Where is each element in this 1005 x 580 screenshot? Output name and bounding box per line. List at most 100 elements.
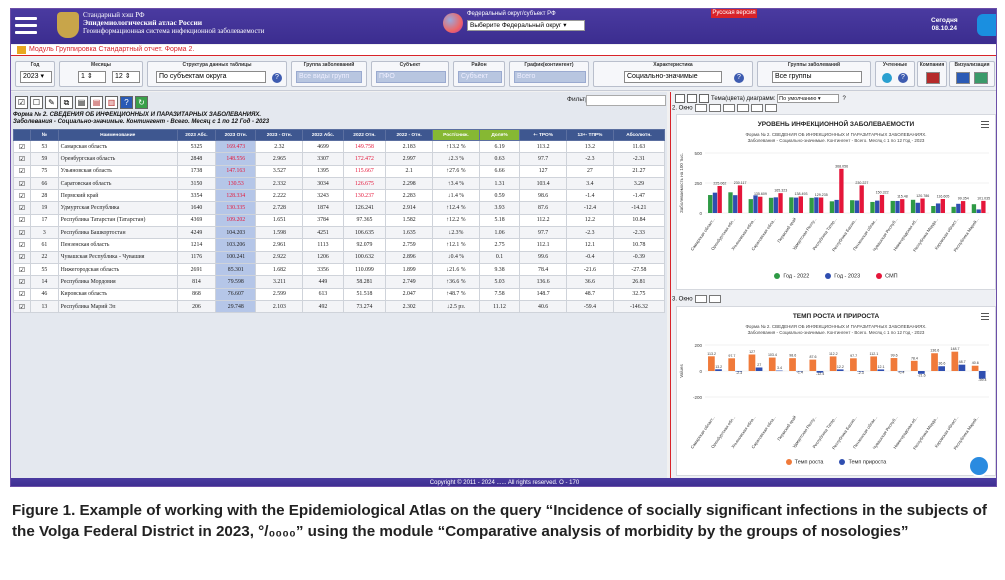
column-header-4[interactable]: 2023 Отн.	[215, 129, 257, 141]
table-row[interactable]: ☑ 66 Саратовская область 3150 130.53 2.332 303…	[12, 176, 666, 191]
table-cell: 2.283	[385, 189, 434, 203]
row-edit-icon[interactable]: ☑	[12, 201, 32, 215]
map-view-icon[interactable]	[974, 72, 988, 84]
data-label: 97.7	[728, 354, 735, 358]
window-2-bar-icon[interactable]	[694, 104, 707, 112]
table-row[interactable]: ☑ 17 Республика Татарстан (Татарстан) 4369 1…	[12, 213, 666, 228]
table-row[interactable]: ☑ 22 Чувашская Республика - Чувашия 1176 100…	[12, 250, 666, 264]
hamburger-menu-icon[interactable]	[15, 17, 37, 35]
chart1-menu-icon[interactable]	[981, 121, 989, 128]
table-row[interactable]: ☑ 59 Оренбургская область 2848 148.556 2.965 3…	[12, 152, 666, 166]
row-edit-icon[interactable]: ☑	[12, 213, 32, 228]
theme-select[interactable]: По умолчанию ▾	[777, 94, 840, 103]
table-row[interactable]: ☑ 3 Республика Башкортостан 4249 104.203 1.59…	[12, 226, 666, 240]
row-edit-icon[interactable]: ☑	[12, 164, 32, 178]
check-all-icon[interactable]: ☑	[15, 96, 28, 109]
pdf-icon[interactable]: ▤	[90, 96, 103, 109]
diseases-group2-select[interactable]: Все группы	[772, 71, 862, 83]
column-header-2[interactable]: Наименование	[57, 129, 178, 141]
row-edit-icon[interactable]: ☑	[12, 287, 32, 301]
month-to-stepper[interactable]: 12 ⇕	[112, 71, 140, 83]
row-edit-icon[interactable]: ☑	[12, 262, 32, 277]
table-row[interactable]: ☑ 55 Нижегородская область 2691 85.301 1.682 3…	[12, 262, 666, 277]
row-edit-icon[interactable]: ☑	[12, 238, 32, 252]
year-select[interactable]: 2023 ▾	[20, 71, 52, 83]
legend-item[interactable]: Темп роста	[785, 459, 823, 465]
window-2-line-icon[interactable]	[708, 104, 721, 112]
disease-group-select[interactable]: Все виды групп	[296, 71, 362, 83]
window-2-area-icon[interactable]	[736, 104, 749, 112]
column-header-12[interactable]: 13+- ТПР%	[566, 129, 614, 141]
district-select[interactable]: Выберите Федеральный округ ▾	[467, 20, 585, 31]
table-row[interactable]: ☑ 46 Кировская область 868 76.607 2.599 613 51.…	[12, 287, 666, 301]
table-cell: 36.6	[566, 275, 614, 289]
column-header-13[interactable]: Абсолютн.	[612, 129, 666, 141]
help-icon[interactable]: ?	[120, 96, 133, 109]
chart-mode-m-icon[interactable]	[675, 94, 685, 103]
column-header-0[interactable]	[12, 129, 32, 141]
chart-split-icon[interactable]	[699, 94, 709, 103]
row-edit-icon[interactable]: ☑	[12, 152, 32, 166]
column-header-8[interactable]: 2022 - Отн.	[385, 129, 434, 141]
row-edit-icon[interactable]: ☑	[12, 275, 32, 289]
month-from-stepper[interactable]: 1 ⇕	[78, 71, 106, 83]
user-icon[interactable]	[977, 14, 996, 36]
grafic-select[interactable]: Всего	[514, 71, 586, 83]
structure-help-icon[interactable]: ?	[272, 73, 282, 83]
edit-icon[interactable]: ✎	[45, 96, 58, 109]
legend-item[interactable]: СМП	[876, 273, 898, 279]
column-header-7[interactable]: 2022 Отн.	[342, 129, 387, 141]
column-header-3[interactable]: 2023 Абс.	[176, 129, 217, 141]
legend-item[interactable]: Год - 2022	[774, 273, 809, 279]
window-2-trend-icon[interactable]	[764, 104, 777, 112]
table-row[interactable]: ☑ 19 Удмуртская Республика 1640 130.335 2.728…	[12, 201, 666, 215]
support-chat-icon[interactable]	[968, 455, 990, 477]
table-row[interactable]: ☑ 61 Пензенская область 1214 103.206 2.961 111…	[12, 238, 666, 252]
row-edit-icon[interactable]: ☑	[12, 250, 32, 264]
uncheck-icon[interactable]: ☐	[30, 96, 43, 109]
column-header-5[interactable]: 2023 - Отн.	[255, 129, 304, 141]
row-edit-icon[interactable]: ☑	[12, 226, 32, 240]
filter-input[interactable]	[586, 95, 666, 106]
chart-mode-b-icon[interactable]	[687, 94, 697, 103]
district-filter-select[interactable]: Субъект	[458, 71, 502, 83]
column-header-1[interactable]: №	[30, 129, 59, 141]
legend-item[interactable]: Год - 2023	[825, 273, 860, 279]
column-header-6[interactable]: 2022 Абс.	[302, 129, 344, 141]
doc-icon[interactable]: ▤	[75, 96, 88, 109]
theme-help-icon[interactable]: ?	[841, 96, 845, 102]
table-row[interactable]: ☑ 28 Пермский край 3354 128.334 2.222 3243 130.…	[12, 189, 666, 203]
table-row[interactable]: ☑ 13 Республика Марий Эл 206 29.748 2.103 492 7…	[12, 299, 666, 314]
accounting-help-icon[interactable]: ?	[898, 73, 908, 83]
table-row[interactable]: ☑ 53 Самарская область 5325 169.473 2.32 4699 1…	[12, 139, 666, 154]
company-book-icon[interactable]	[926, 72, 940, 84]
column-header-10[interactable]: Доля%	[478, 129, 521, 141]
column-header-11[interactable]: +- ТРО%	[519, 129, 568, 141]
table-row[interactable]: ☑ 75 Ульяновская область 1738 147.163 3.527 13…	[12, 164, 666, 178]
window-2-pie-icon[interactable]	[750, 104, 763, 112]
y-tick-label: 500	[694, 151, 702, 156]
row-edit-icon[interactable]: ☑	[12, 189, 32, 203]
column-header-9[interactable]: Рост/сниж.	[432, 129, 480, 141]
row-edit-icon[interactable]: ☑	[12, 299, 32, 314]
print-icon[interactable]: ▥	[105, 96, 118, 109]
row-edit-icon[interactable]: ☑	[12, 139, 32, 154]
char-help-icon[interactable]: ?	[734, 73, 744, 83]
row-edit-icon[interactable]: ☑	[12, 176, 32, 191]
coat-of-arms-logo	[57, 12, 79, 38]
chart2-menu-icon[interactable]	[981, 313, 989, 320]
bar-chart-view-icon[interactable]	[956, 72, 970, 84]
window-2-table-icon[interactable]	[722, 104, 735, 112]
data-label: 40.6	[972, 361, 979, 365]
window-3-bar-icon[interactable]	[694, 295, 707, 303]
language-badge[interactable]: Русская версия	[711, 9, 757, 18]
structure-select[interactable]: По субъектам округа	[156, 71, 266, 83]
window-3-line-icon[interactable]	[708, 295, 721, 303]
legend-item[interactable]: Темп прироста	[839, 459, 886, 465]
accounting-toggle-icon[interactable]	[882, 73, 892, 83]
char-select[interactable]: Социально-значимые	[624, 71, 722, 83]
table-row[interactable]: ☑ 14 Республика Мордовия 814 79.598 3.211 449 5…	[12, 275, 666, 289]
copy-icon[interactable]: ⧉	[60, 96, 73, 109]
refresh-icon[interactable]: ↻	[135, 96, 148, 109]
subject-select[interactable]: ПФО	[376, 71, 446, 83]
